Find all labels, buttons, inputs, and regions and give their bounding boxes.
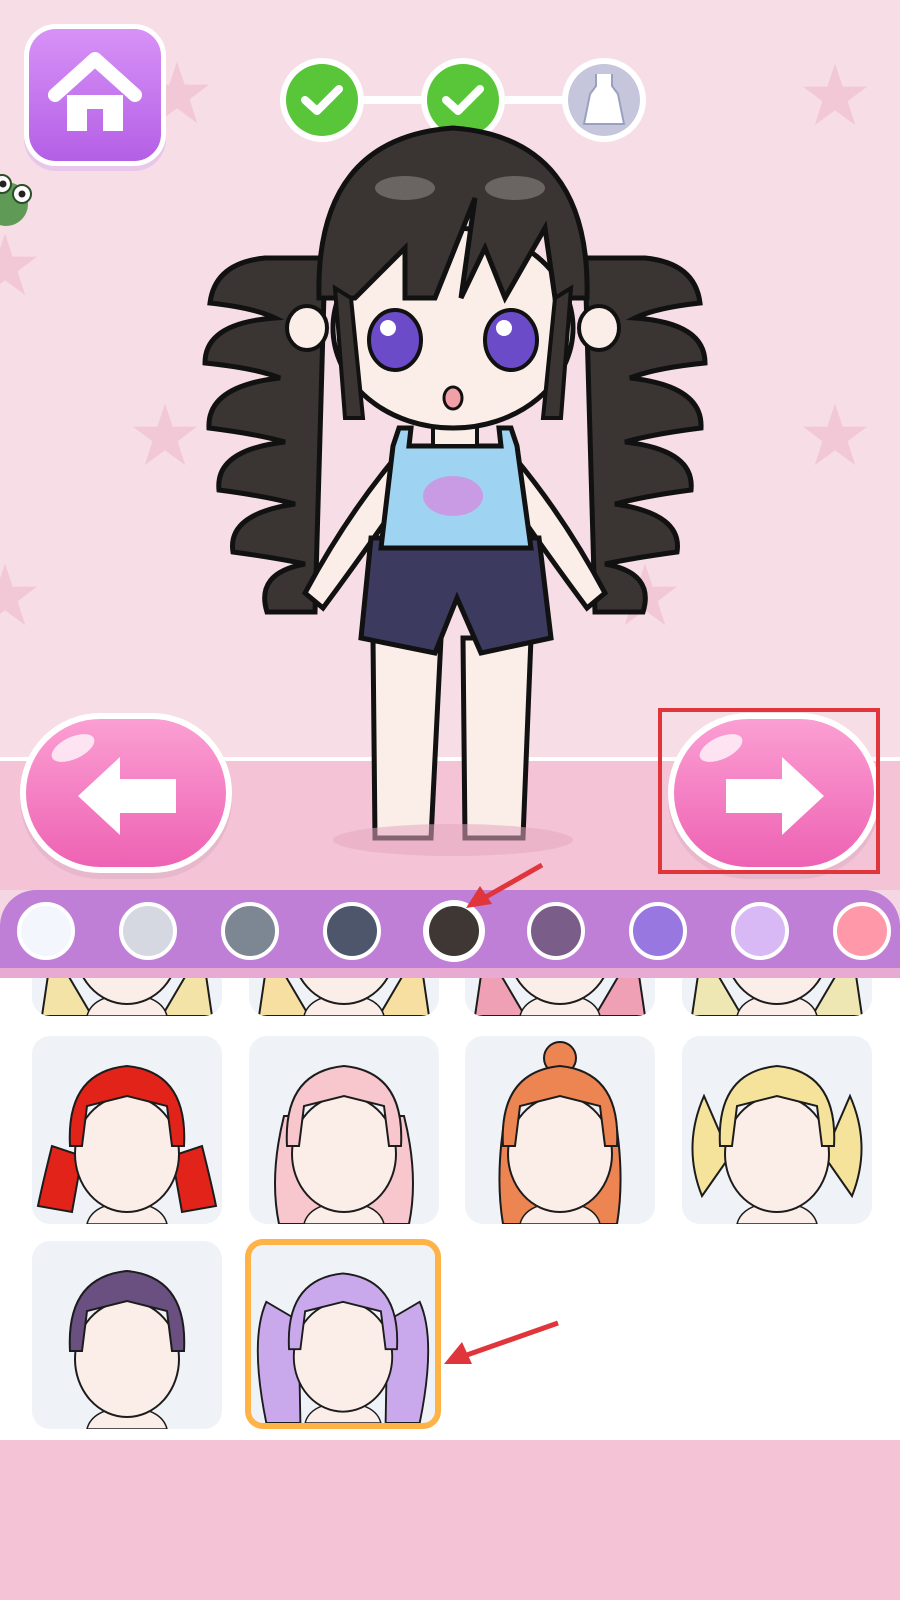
color-swatch[interactable] bbox=[119, 902, 177, 960]
star-decoration bbox=[132, 403, 198, 466]
color-swatch[interactable] bbox=[731, 902, 789, 960]
hair-option[interactable] bbox=[32, 1036, 222, 1224]
hair-option-selected[interactable] bbox=[245, 1239, 441, 1429]
hair-preview bbox=[68, 1269, 186, 1429]
hair-option[interactable] bbox=[32, 978, 222, 1016]
checkmark-icon bbox=[301, 85, 343, 115]
hair-preview bbox=[691, 1064, 863, 1224]
next-button-highlight bbox=[658, 708, 880, 874]
hair-color-bar bbox=[0, 890, 900, 978]
color-swatch[interactable] bbox=[833, 902, 891, 960]
hair-option[interactable] bbox=[465, 1036, 655, 1224]
color-swatch[interactable] bbox=[17, 902, 75, 960]
color-swatch[interactable] bbox=[323, 902, 381, 960]
frog-decoration bbox=[0, 174, 32, 226]
pointer-arrow-icon bbox=[444, 1320, 559, 1364]
home-button[interactable] bbox=[24, 24, 166, 166]
hair-options-panel bbox=[0, 978, 900, 1440]
hair-preview bbox=[40, 978, 214, 1016]
hair-preview bbox=[274, 1064, 414, 1224]
star-decoration bbox=[0, 233, 38, 296]
hair-option[interactable] bbox=[249, 978, 439, 1016]
hair-option[interactable] bbox=[682, 978, 872, 1016]
home-icon bbox=[48, 52, 142, 131]
hair-preview bbox=[690, 978, 864, 1016]
hair-option[interactable] bbox=[32, 1241, 222, 1429]
color-swatch[interactable] bbox=[629, 902, 687, 960]
star-decoration bbox=[0, 563, 38, 626]
previous-button[interactable] bbox=[20, 713, 232, 873]
color-swatch[interactable] bbox=[221, 902, 279, 960]
hair-preview bbox=[256, 1272, 430, 1423]
hair-preview bbox=[257, 978, 431, 1016]
hair-preview bbox=[498, 1041, 622, 1224]
character-doll bbox=[202, 125, 708, 856]
star-decoration bbox=[802, 403, 868, 466]
hair-preview bbox=[473, 978, 647, 1016]
hair-option[interactable] bbox=[465, 978, 655, 1016]
arrow-left-icon bbox=[78, 757, 176, 835]
hair-option[interactable] bbox=[682, 1036, 872, 1224]
bottom-area bbox=[0, 1440, 900, 1600]
star-decoration bbox=[802, 63, 868, 126]
pointer-arrow-icon bbox=[466, 862, 544, 908]
checkmark-icon bbox=[442, 85, 484, 115]
hair-preview bbox=[36, 1064, 218, 1224]
hair-option[interactable] bbox=[249, 1036, 439, 1224]
